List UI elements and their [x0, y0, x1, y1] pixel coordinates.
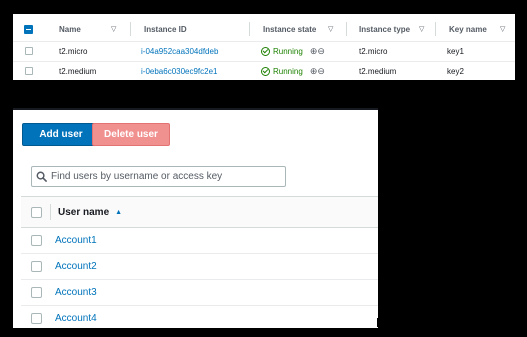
column-divider: [346, 22, 347, 36]
search-input[interactable]: [51, 171, 271, 182]
row-checkbox[interactable]: [31, 313, 42, 324]
column-divider: [50, 204, 51, 220]
sort-caret-icon[interactable]: ▽: [500, 17, 505, 41]
column-header-instance-type[interactable]: Instance type: [359, 17, 410, 41]
zoom-icons[interactable]: ⊕⊖: [310, 46, 325, 57]
add-user-button[interactable]: Add user: [22, 123, 100, 146]
key-name: key1: [447, 46, 464, 56]
username-link[interactable]: Account1: [55, 235, 97, 246]
column-header-instance-state[interactable]: Instance state: [263, 17, 316, 41]
instance-type: t2.medium: [359, 66, 397, 76]
sort-caret-icon[interactable]: ▽: [328, 17, 333, 41]
row-checkbox[interactable]: [31, 287, 42, 298]
instance-state: Running ⊕⊖: [261, 61, 325, 80]
username-link[interactable]: Account2: [55, 261, 97, 272]
column-divider: [130, 22, 131, 36]
column-divider: [435, 22, 436, 36]
instances-table: Name ▽ Instance ID Instance state ▽ Inst…: [13, 14, 515, 80]
instance-row[interactable]: t2.medium i-0eba6c030ec9fc2e1 Running ⊕⊖…: [13, 61, 515, 80]
column-divider: [249, 22, 250, 36]
sort-caret-icon[interactable]: ▽: [111, 17, 116, 41]
username-link[interactable]: Account4: [55, 313, 97, 324]
state-label: Running: [273, 66, 303, 76]
username-link[interactable]: Account3: [55, 287, 97, 298]
state-label: Running: [273, 46, 303, 56]
instance-name: t2.medium: [59, 66, 97, 76]
user-row[interactable]: Account1: [21, 228, 378, 254]
row-checkbox[interactable]: [25, 47, 33, 55]
column-header-username[interactable]: User name ▲: [58, 207, 122, 218]
sort-caret-icon[interactable]: ▽: [419, 17, 424, 41]
check-circle-icon: [261, 66, 270, 76]
instance-type: t2.micro: [359, 46, 388, 56]
users-header-row: User name ▲: [21, 196, 378, 228]
select-all-checkbox[interactable]: [24, 24, 33, 34]
users-table: User name ▲ Account1 Account2 Account3 A…: [21, 196, 378, 328]
user-row[interactable]: Account4: [21, 306, 378, 328]
select-all-checkbox[interactable]: [31, 206, 42, 218]
user-row[interactable]: Account2: [21, 254, 378, 280]
user-row[interactable]: Account3: [21, 280, 378, 306]
row-checkbox[interactable]: [25, 67, 33, 75]
column-header-name[interactable]: Name: [59, 17, 81, 41]
instance-name: t2.micro: [59, 46, 88, 56]
user-search[interactable]: [31, 166, 286, 187]
instance-id-link[interactable]: i-0eba6c030ec9fc2e1: [141, 61, 218, 80]
column-header-key-name[interactable]: Key name: [449, 17, 487, 41]
instance-state: Running ⊕⊖: [261, 41, 325, 61]
key-name: key2: [447, 66, 464, 76]
instance-row[interactable]: t2.micro i-04a952caa304dfdeb Running ⊕⊖ …: [13, 41, 515, 62]
sort-ascending-icon: ▲: [115, 208, 123, 216]
search-icon: [36, 171, 47, 182]
row-checkbox[interactable]: [31, 235, 42, 246]
zoom-icons[interactable]: ⊕⊖: [310, 66, 325, 77]
delete-user-button[interactable]: Delete user: [92, 123, 170, 146]
row-checkbox[interactable]: [31, 261, 42, 272]
column-header-label: User name: [58, 206, 110, 218]
instances-header-row: Name ▽ Instance ID Instance state ▽ Inst…: [13, 17, 515, 42]
users-panel: Add user Delete user User name ▲ Account…: [13, 108, 378, 328]
column-header-instance-id[interactable]: Instance ID: [144, 17, 187, 41]
text-cursor: [377, 318, 378, 327]
check-circle-icon: [261, 46, 270, 56]
instance-id-link[interactable]: i-04a952caa304dfdeb: [141, 41, 218, 61]
